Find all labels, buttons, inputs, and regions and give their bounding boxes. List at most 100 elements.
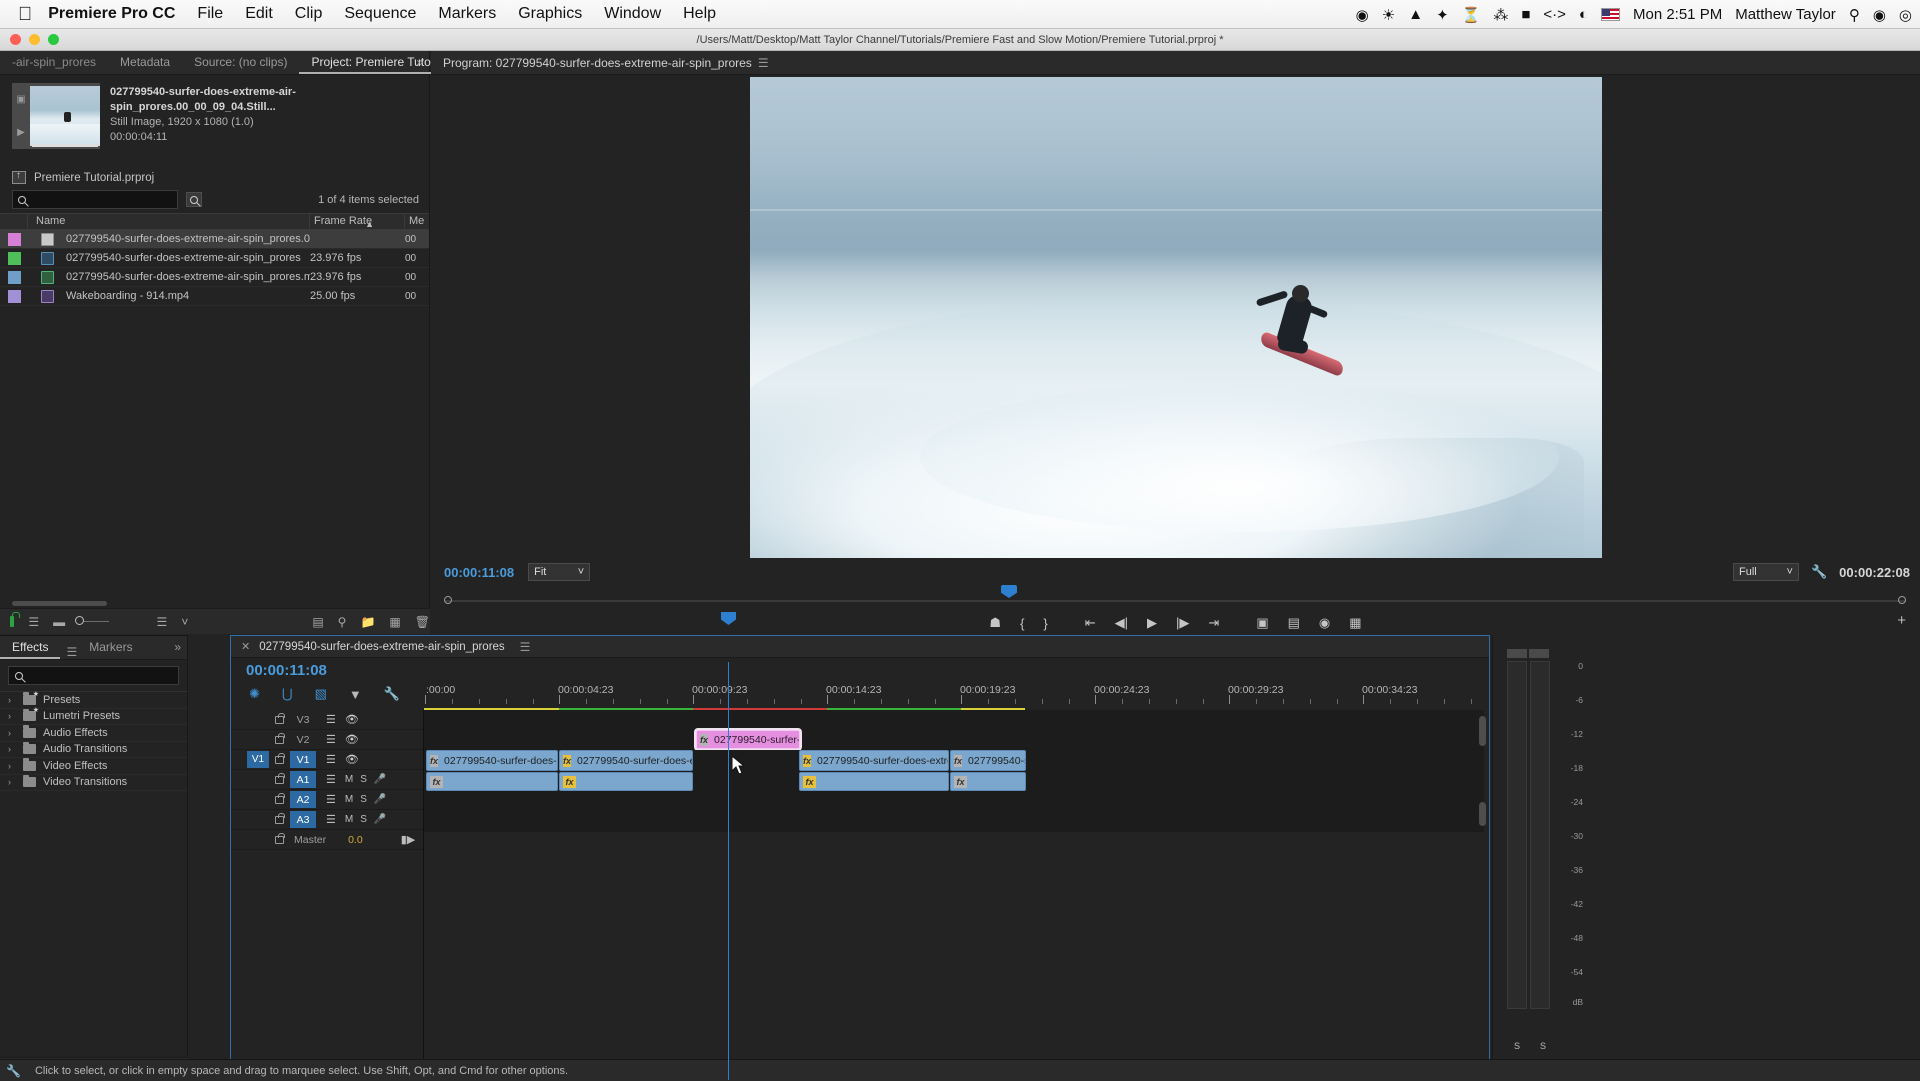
program-current-timecode[interactable]: 00:00:11:08 <box>444 565 514 580</box>
track-name-a3[interactable]: A3 <box>290 811 316 828</box>
track-lane-v2[interactable]: fx 027799540-surfer-doe <box>424 730 1484 750</box>
source-patch-a3[interactable] <box>247 811 269 828</box>
source-patch-a2[interactable] <box>247 791 269 808</box>
eye-icon[interactable]: 👁 <box>345 713 359 726</box>
timeline-audio-clip[interactable]: fx <box>950 772 1026 791</box>
track-lane-v1[interactable]: fx 027799540-surfer-does-extre fx 027799… <box>424 750 1484 772</box>
clip-indicator-right[interactable] <box>1529 649 1549 658</box>
siri-icon[interactable]: ◎ <box>1899 6 1912 24</box>
menubar-clock[interactable]: Mon 2:51 PM <box>1633 6 1722 23</box>
eye-icon[interactable]: 👁 <box>345 753 359 766</box>
sync-lock-icon[interactable]: ☰ <box>326 813 336 826</box>
track-header-a2[interactable]: A2 ☰ M S 🎤 <box>231 790 423 810</box>
play-icon[interactable]: ▶ <box>1147 615 1157 631</box>
maximize-window-button[interactable] <box>48 34 59 45</box>
timeline-sequence-title[interactable]: 027799540-surfer-does-extreme-air-spin_p… <box>259 641 504 653</box>
column-frame-rate[interactable]: Frame Rate ▲ <box>310 213 405 230</box>
wrench-icon[interactable]: 🔧 <box>6 1064 21 1078</box>
track-header-v3[interactable]: V3 ☰ 👁 <box>231 710 423 730</box>
time-machine-icon[interactable]: ⏳ <box>1462 6 1481 24</box>
camera-icon[interactable]: ▣ <box>16 94 25 105</box>
list-item[interactable]: › Presets <box>0 690 187 709</box>
track-name-a1[interactable]: A1 <box>290 771 316 788</box>
panel-menu-icon[interactable]: ☰ <box>66 645 77 659</box>
go-to-out-icon[interactable]: ⇥ <box>1208 615 1219 631</box>
source-patch-v2[interactable] <box>247 731 269 748</box>
list-item[interactable]: › Video Transitions <box>0 774 187 791</box>
menu-item-sequence[interactable]: Sequence <box>344 5 416 23</box>
find-icon[interactable]: ⚲ <box>338 615 347 629</box>
sync-lock-icon[interactable]: ☰ <box>326 733 336 746</box>
mark-out-icon[interactable]: } <box>1043 616 1047 631</box>
wifi-icon[interactable]: ◐ <box>1579 6 1588 23</box>
meter-clip-indicators[interactable] <box>1507 649 1551 658</box>
list-item[interactable]: › Lumetri Presets <box>0 706 187 725</box>
program-duration-timecode[interactable]: 00:00:22:08 <box>1839 565 1910 580</box>
menu-item-markers[interactable]: Markers <box>438 5 496 23</box>
sync-lock-icon[interactable]: ☰ <box>326 713 336 726</box>
track-name-a2[interactable]: A2 <box>290 791 316 808</box>
list-item[interactable]: › Audio Transitions <box>0 741 187 758</box>
timeline-audio-clip[interactable]: fx <box>426 772 558 791</box>
meter-solo-left[interactable]: S <box>1507 1039 1527 1052</box>
sync-lock-icon[interactable]: ☰ <box>326 773 336 786</box>
export-frame-icon[interactable]: ◉ <box>1319 615 1330 631</box>
meter-solo-right[interactable]: S <box>1533 1039 1553 1052</box>
horizontal-scrollbar[interactable] <box>12 601 107 606</box>
close-window-button[interactable] <box>10 34 21 45</box>
menu-item-file[interactable]: File <box>197 5 223 23</box>
app-name-label[interactable]: Premiere Pro CC <box>48 5 175 23</box>
clip-indicator-left[interactable] <box>1507 649 1527 658</box>
microphone-icon[interactable]: 🎤 <box>374 774 386 785</box>
battery-icon[interactable]: ■ <box>1521 6 1530 23</box>
chevron-right-icon[interactable]: › <box>8 761 16 771</box>
comparison-view-icon[interactable]: ▦ <box>1349 615 1361 631</box>
menu-item-graphics[interactable]: Graphics <box>518 5 582 23</box>
mute-button-a2[interactable]: M <box>345 794 353 805</box>
timeline-clip-selected[interactable]: fx 027799540-surfer-doe <box>696 730 800 749</box>
zoom-level-select[interactable]: Fit ˅ <box>528 563 591 581</box>
timeline-playhead[interactable] <box>721 612 736 1080</box>
table-row[interactable]: Wakeboarding - 914.mp4 25.00 fps 00 <box>0 287 429 306</box>
track-lane-v3[interactable] <box>424 710 1484 730</box>
track-header-v1[interactable]: V1 V1 ☰ 👁 <box>231 750 423 770</box>
timeline-clip[interactable]: fx 027799540-surfer-does-extr <box>559 750 693 771</box>
minimize-window-button[interactable] <box>29 34 40 45</box>
zoom-slider-knob[interactable] <box>75 616 85 625</box>
vertical-scrollbar-thumb[interactable] <box>1479 716 1486 746</box>
parent-bin-icon[interactable] <box>12 170 26 184</box>
go-to-in-icon[interactable]: ⇤ <box>1085 615 1096 631</box>
timeline-ruler[interactable]: :00:00 00:00:04:23 00:00:09:23 00:00:14:… <box>424 684 1484 710</box>
track-header-master[interactable]: Master 0.0 ▮▶ <box>231 830 423 850</box>
snap-icon[interactable]: ⋃ <box>282 686 293 702</box>
lock-icon[interactable] <box>275 792 285 804</box>
bartender-icon[interactable]: ☀ <box>1382 6 1395 24</box>
record-stop-icon[interactable]: ◉ <box>1356 6 1369 24</box>
mark-in-icon[interactable]: { <box>1020 616 1024 631</box>
microphone-icon[interactable]: 🎤 <box>374 794 386 805</box>
timeline-audio-clip[interactable]: fx <box>559 772 693 791</box>
table-row[interactable]: 027799540-surfer-does-extreme-air-spin_p… <box>0 268 429 287</box>
timeline-clip[interactable]: fx 027799540-surfer-does-extre <box>426 750 558 771</box>
lift-icon[interactable]: ▣ <box>1256 615 1268 631</box>
track-lane-a3[interactable] <box>424 812 1484 832</box>
lock-icon[interactable] <box>275 812 285 824</box>
menu-item-window[interactable]: Window <box>604 5 661 23</box>
chevron-right-icon[interactable]: › <box>8 695 16 705</box>
chevron-right-icon[interactable]: › <box>8 711 16 721</box>
timeline-track-area[interactable]: fx 027799540-surfer-doe fx 027799540-sur… <box>424 612 1489 1080</box>
delete-icon[interactable]: 🗑 <box>415 615 430 629</box>
source-patch-v3[interactable] <box>247 711 269 728</box>
panel-menu-icon[interactable]: ☰ <box>758 56 769 70</box>
program-monitor-title[interactable]: Program: 027799540-surfer-does-extreme-a… <box>443 56 752 70</box>
scrub-end-handle[interactable] <box>1898 596 1906 604</box>
nest-sequence-icon[interactable]: ✺ <box>249 686 260 702</box>
tab-metadata[interactable]: Metadata <box>108 50 182 74</box>
timeline-clip[interactable]: fx 027799540-surf <box>950 750 1026 771</box>
list-item[interactable]: › Audio Effects <box>0 725 187 742</box>
vertical-scrollbar-secondary[interactable] <box>1479 802 1486 902</box>
scrub-start-handle[interactable] <box>444 596 452 604</box>
panel-menu-icon[interactable]: ☰ <box>520 640 531 654</box>
program-scrub-bar[interactable] <box>444 585 1906 612</box>
preview-thumbnail[interactable]: ▣ ▶ <box>12 83 100 149</box>
